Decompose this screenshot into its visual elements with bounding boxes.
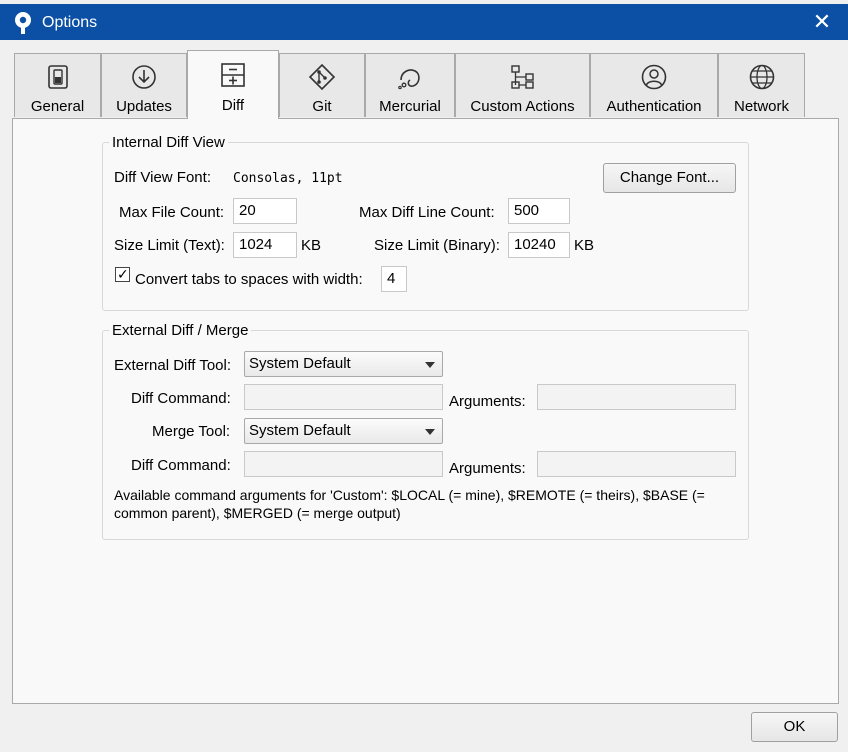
tab-label: Diff — [221, 97, 245, 114]
tab-width-input[interactable]: 4 — [381, 266, 407, 292]
size-limit-binary-input[interactable]: 10240 — [508, 232, 570, 258]
available-arguments-note: Available command arguments for 'Custom'… — [114, 487, 705, 521]
title-bar: Options ✕ — [0, 4, 848, 40]
size-limit-binary-unit: KB — [574, 237, 595, 254]
external-diff-tool-value: System Default — [249, 355, 351, 372]
tab-mercurial[interactable]: Mercurial — [365, 53, 455, 117]
max-file-count-label: Max File Count: — [119, 204, 225, 221]
chevron-down-icon — [425, 429, 435, 435]
diff-icon — [221, 63, 245, 87]
chevron-down-icon — [425, 362, 435, 368]
user-icon — [641, 64, 667, 90]
merge-tool-value: System Default — [249, 422, 351, 439]
merge-command-input[interactable] — [244, 451, 443, 477]
checkmark-icon: ✓ — [117, 266, 129, 282]
tab-general[interactable]: General — [14, 53, 101, 117]
group-title: External Diff / Merge — [112, 322, 249, 339]
external-diff-tool-select[interactable]: System Default — [244, 351, 443, 377]
tab-custom-actions[interactable]: Custom Actions — [455, 53, 590, 117]
git-icon — [308, 63, 336, 91]
max-file-count-input[interactable]: 20 — [233, 198, 297, 224]
app-logo-icon — [15, 12, 31, 34]
globe-icon — [749, 64, 774, 90]
diff-arguments-input[interactable] — [537, 384, 736, 410]
merge-tool-label: Merge Tool: — [152, 423, 231, 440]
ok-button[interactable]: OK — [751, 712, 838, 742]
diff-command-input[interactable] — [244, 384, 443, 410]
arguments-label: Arguments: — [449, 393, 526, 410]
tab-diff[interactable]: Diff — [187, 50, 279, 119]
size-limit-binary-label: Size Limit (Binary): — [374, 237, 500, 254]
external-diff-tool-label: External Diff Tool: — [114, 357, 232, 374]
mercurial-icon — [398, 69, 420, 90]
convert-tabs-checkbox[interactable]: ✓ — [115, 266, 130, 282]
size-limit-text-unit: KB — [301, 237, 322, 254]
tab-updates[interactable]: Updates — [101, 53, 187, 117]
diff-view-font-value: Consolas, 11pt — [233, 171, 343, 186]
window-title: Options — [42, 14, 98, 31]
group-title: Internal Diff View — [112, 134, 225, 151]
diff-command-label: Diff Command: — [131, 390, 231, 407]
tab-label: Authentication — [606, 98, 702, 115]
hierarchy-icon — [510, 65, 534, 89]
tab-git[interactable]: Git — [279, 53, 365, 117]
tab-label: Updates — [116, 98, 172, 115]
max-diff-line-count-label: Max Diff Line Count: — [359, 204, 495, 221]
tab-panel-diff: Internal Diff View Diff View Font: Conso… — [12, 118, 839, 704]
tab-label: Custom Actions — [470, 98, 575, 115]
tab-label: General — [30, 98, 85, 115]
merge-command-label: Diff Command: — [131, 457, 231, 474]
size-limit-text-label: Size Limit (Text): — [114, 237, 225, 254]
download-circle-icon — [132, 65, 156, 89]
tab-label: Mercurial — [379, 98, 441, 115]
convert-tabs-label: Convert tabs to spaces with width: — [135, 271, 363, 288]
tab-label: Git — [312, 98, 332, 115]
merge-arguments-label: Arguments: — [449, 460, 526, 477]
size-limit-text-input[interactable]: 1024 — [233, 232, 297, 258]
tab-network[interactable]: Network — [718, 53, 805, 117]
merge-tool-select[interactable]: System Default — [244, 418, 443, 444]
change-font-button[interactable]: Change Font... — [603, 163, 736, 193]
merge-arguments-input[interactable] — [537, 451, 736, 477]
tab-authentication[interactable]: Authentication — [590, 53, 718, 117]
max-diff-line-count-input[interactable]: 500 — [508, 198, 570, 224]
diff-view-font-label: Diff View Font: — [114, 169, 211, 186]
toggle-switch-icon — [47, 65, 68, 89]
close-icon[interactable]: ✕ — [810, 10, 834, 34]
tab-label: Network — [733, 98, 789, 115]
